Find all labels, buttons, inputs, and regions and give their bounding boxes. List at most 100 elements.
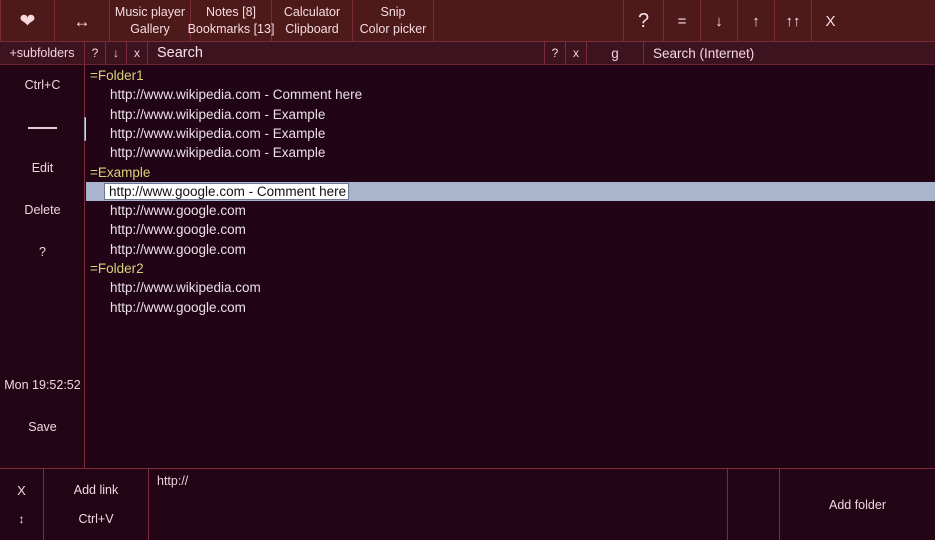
question-mark-icon: ? xyxy=(551,46,559,60)
tab-gallery[interactable]: Gallery xyxy=(130,22,170,37)
link-row[interactable]: http://www.wikipedia.com xyxy=(86,278,935,297)
sidebar-item-edit[interactable]: Edit xyxy=(0,161,85,175)
horizontal-arrows-icon: ↔ xyxy=(73,11,91,31)
link-row[interactable]: http://www.wikipedia.com - Example xyxy=(86,124,935,143)
hamburger-icon: = xyxy=(677,12,687,30)
clear-icon: x xyxy=(573,46,579,60)
resize-width-button[interactable]: ↔ xyxy=(55,0,110,42)
link-row[interactable]: http://www.wikipedia.com - Example xyxy=(86,143,935,162)
search-help-button[interactable]: ? xyxy=(85,42,106,64)
search-toolbar: +subfolders ? ↓ x Search ? x g Search (I… xyxy=(0,42,935,65)
internet-search-placeholder: Search (Internet) xyxy=(653,45,755,61)
sidebar-item-delete[interactable]: Delete xyxy=(0,203,85,217)
arrow-down-icon: ↓ xyxy=(715,12,723,30)
tab-calculator[interactable]: Calculator xyxy=(284,5,340,20)
heart-icon: ❤ xyxy=(19,10,36,32)
bottom-close-resize-group: X ↕ xyxy=(0,469,44,540)
bottom-spacer xyxy=(728,469,780,540)
link-row[interactable]: http://www.google.com xyxy=(86,240,935,259)
clock-label: Mon 19:52:52 xyxy=(4,378,81,392)
clear-icon: x xyxy=(134,46,140,60)
sidebar-divider xyxy=(28,127,57,129)
link-label: http://www.google.com xyxy=(110,241,246,257)
question-mark-icon: ? xyxy=(637,9,650,32)
bookmarks-list[interactable]: =Folder1 http://www.wikipedia.com - Comme… xyxy=(86,65,935,468)
vertical-arrows-icon[interactable]: ↕ xyxy=(19,512,25,526)
add-folder-button[interactable]: Add folder xyxy=(780,469,935,540)
link-row[interactable]: http://www.wikipedia.com - Comment here xyxy=(86,85,935,104)
sidebar-item-save[interactable]: Save xyxy=(0,420,85,434)
link-label: http://www.google.com xyxy=(110,203,246,219)
selected-link-row[interactable]: http://www.google.com - Comment here xyxy=(86,181,935,201)
sidebar-edit-label: Edit xyxy=(31,161,54,175)
link-row[interactable]: http://www.google.com xyxy=(86,201,935,220)
menu-button[interactable]: = xyxy=(664,0,701,42)
tab-notes[interactable]: Notes [8] xyxy=(206,5,256,20)
double-arrow-up-icon: ↑↑ xyxy=(785,12,801,30)
sidebar-copy-label: Ctrl+C xyxy=(24,78,61,92)
folder-label: =Folder2 xyxy=(90,261,144,276)
folder-row[interactable]: =Folder2 xyxy=(86,259,935,278)
internet-search-input[interactable]: Search (Internet) xyxy=(644,42,935,64)
search-engine-selector[interactable]: g xyxy=(587,42,644,64)
new-link-url-input[interactable]: http:// xyxy=(149,469,728,540)
new-link-url-value: http:// xyxy=(157,474,189,488)
link-row[interactable]: http://www.google.com xyxy=(86,220,935,239)
tab-clipboard[interactable]: Clipboard xyxy=(285,22,339,37)
internet-search-help-button[interactable]: ? xyxy=(545,42,566,64)
close-button[interactable]: X xyxy=(812,0,849,42)
link-edit-value: http://www.google.com - Comment here xyxy=(109,183,347,199)
sidebar-item-help[interactable]: ? xyxy=(0,245,85,259)
tab-bookmarks[interactable]: Bookmarks [13] xyxy=(188,22,275,37)
maximize-button[interactable]: ↑↑ xyxy=(775,0,812,42)
paste-button[interactable]: Ctrl+V xyxy=(78,512,113,526)
header-spacer xyxy=(434,0,624,42)
search-placeholder: Search xyxy=(157,45,203,61)
sidebar-save-label: Save xyxy=(28,420,57,434)
close-icon: X xyxy=(825,12,836,30)
link-label: http://www.wikipedia.com - Example xyxy=(110,106,326,122)
tab-calculator-clipboard[interactable]: Calculator Clipboard xyxy=(272,0,353,42)
bookmarks-window: ❤ ↔ Music player Gallery Notes [8] Bookm… xyxy=(0,0,935,540)
search-down-button[interactable]: ↓ xyxy=(106,42,127,64)
search-clear-button[interactable]: x xyxy=(127,42,148,64)
tab-color-picker[interactable]: Color picker xyxy=(360,22,427,37)
tab-notes-bookmarks[interactable]: Notes [8] Bookmarks [13] xyxy=(188,0,275,42)
tab-snip[interactable]: Snip xyxy=(380,5,405,20)
restore-button[interactable]: ↑ xyxy=(738,0,775,42)
sidebar-item-copy[interactable]: Ctrl+C xyxy=(0,78,85,92)
link-row[interactable]: http://www.wikipedia.com - Example xyxy=(86,105,935,124)
add-folder-label: Add folder xyxy=(829,497,886,512)
clock: Mon 19:52:52 xyxy=(0,378,85,392)
folder-label: =Example xyxy=(90,164,151,180)
arrow-up-icon: ↑ xyxy=(752,12,760,30)
close-icon[interactable]: X xyxy=(17,483,26,498)
folder-row[interactable]: =Folder1 xyxy=(86,66,935,85)
favorites-button[interactable]: ❤ xyxy=(0,0,55,42)
link-label: http://www.wikipedia.com - Example xyxy=(110,145,326,161)
question-mark-icon: ? xyxy=(91,46,99,60)
add-link-button[interactable]: Add link xyxy=(74,483,118,497)
question-mark-icon: ? xyxy=(39,245,46,259)
link-row[interactable]: http://www.google.com xyxy=(86,298,935,317)
link-edit-input[interactable]: http://www.google.com - Comment here xyxy=(104,182,349,200)
folder-row[interactable]: =Example xyxy=(86,163,935,182)
add-link-group: Add link Ctrl+V xyxy=(44,469,149,540)
subfolders-toggle[interactable]: +subfolders xyxy=(0,42,85,64)
link-label: http://www.wikipedia.com xyxy=(110,280,261,296)
tab-music-player-gallery[interactable]: Music player Gallery xyxy=(110,0,191,42)
internet-search-clear-button[interactable]: x xyxy=(566,42,587,64)
link-label: http://www.wikipedia.com - Comment here xyxy=(110,87,363,103)
link-label: http://www.google.com xyxy=(110,299,246,315)
search-input[interactable]: Search xyxy=(148,42,545,64)
help-button[interactable]: ? xyxy=(624,0,664,42)
link-label: http://www.google.com xyxy=(110,222,246,238)
tab-snip-color-picker[interactable]: Snip Color picker xyxy=(353,0,434,42)
minimize-button[interactable]: ↓ xyxy=(701,0,738,42)
search-engine-label: g xyxy=(611,45,619,61)
sidebar-delete-label: Delete xyxy=(24,203,61,217)
folder-label: =Folder1 xyxy=(90,68,144,83)
tab-music-player[interactable]: Music player xyxy=(115,5,185,20)
arrow-down-icon: ↓ xyxy=(113,46,119,60)
sidebar: Ctrl+C Edit Delete ? Mon 19:52:52 Save xyxy=(0,65,85,468)
